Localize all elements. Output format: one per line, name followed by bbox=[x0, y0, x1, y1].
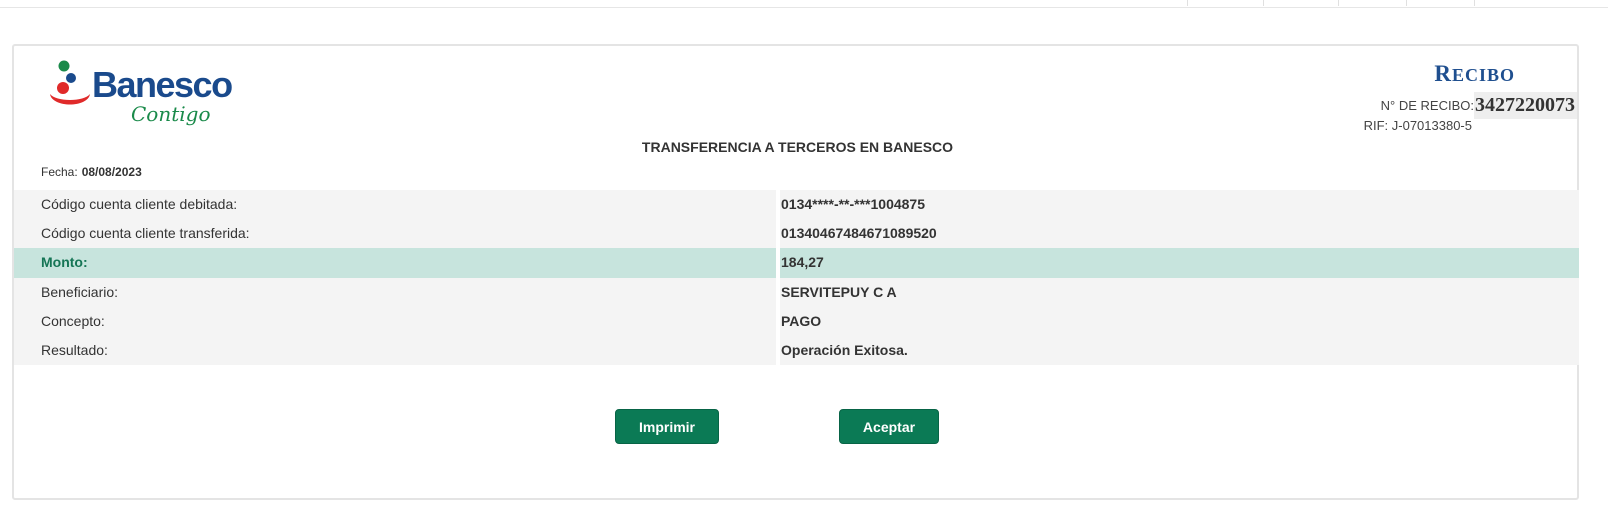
row-label: Resultado: bbox=[14, 335, 776, 366]
row-label: Beneficiario: bbox=[14, 277, 776, 307]
brand-tagline: Contigo bbox=[131, 102, 211, 126]
receipt-number-label: N° DE RECIBO: bbox=[1380, 97, 1474, 113]
date-line: Fecha: 08/08/2023 bbox=[41, 165, 142, 179]
receipt-number: 3427220073 bbox=[1474, 91, 1577, 119]
top-divider bbox=[1474, 0, 1475, 6]
top-bar bbox=[0, 0, 1608, 8]
rif-text: RIF: J-07013380-5 bbox=[1363, 118, 1472, 133]
table-row-amount: Monto: 184,27 bbox=[14, 248, 1579, 278]
row-label: Código cuenta cliente debitada: bbox=[14, 190, 776, 220]
row-value: Operación Exitosa. bbox=[780, 335, 1579, 366]
banesco-logo: Banesco Contigo bbox=[50, 54, 250, 138]
row-value: SERVITEPUY C A bbox=[780, 277, 1579, 307]
banesco-people-icon bbox=[50, 60, 90, 105]
row-value: 01340467484671089520 bbox=[780, 219, 1579, 249]
receipt-title: RECIBO bbox=[1434, 61, 1515, 87]
print-button[interactable]: Imprimir bbox=[615, 409, 719, 444]
row-value: PAGO bbox=[780, 306, 1579, 336]
table-row: Código cuenta cliente transferida: 01340… bbox=[14, 219, 1579, 249]
details-table: Código cuenta cliente debitada: 0134****… bbox=[14, 190, 1579, 366]
receipt-card: Banesco Contigo RECIBO N° DE RECIBO: 342… bbox=[12, 44, 1579, 500]
row-value: 184,27 bbox=[780, 248, 1579, 278]
receipt-title-initial: R bbox=[1434, 61, 1452, 86]
row-label: Concepto: bbox=[14, 306, 776, 336]
page-title: TRANSFERENCIA A TERCEROS EN BANESCO bbox=[641, 139, 954, 155]
top-divider bbox=[1187, 0, 1188, 6]
receipt-number-row: N° DE RECIBO: 3427220073 bbox=[1381, 91, 1577, 119]
table-row: Resultado: Operación Exitosa. bbox=[14, 335, 1579, 366]
top-divider bbox=[1406, 0, 1407, 6]
top-divider bbox=[1263, 0, 1264, 6]
row-label: Código cuenta cliente transferida: bbox=[14, 219, 776, 249]
accept-button[interactable]: Aceptar bbox=[839, 409, 939, 444]
row-value: 0134****-**-***1004875 bbox=[780, 190, 1579, 220]
table-row: Concepto: PAGO bbox=[14, 306, 1579, 336]
date-value: 08/08/2023 bbox=[81, 165, 142, 179]
top-divider bbox=[1338, 0, 1339, 6]
brand-name: Banesco bbox=[92, 64, 233, 105]
row-label: Monto: bbox=[14, 248, 776, 278]
table-row: Beneficiario: SERVITEPUY C A bbox=[14, 277, 1579, 307]
table-row: Código cuenta cliente debitada: 0134****… bbox=[14, 190, 1579, 220]
receipt-title-rest: ECIBO bbox=[1451, 65, 1515, 85]
date-label: Fecha: bbox=[41, 165, 78, 179]
